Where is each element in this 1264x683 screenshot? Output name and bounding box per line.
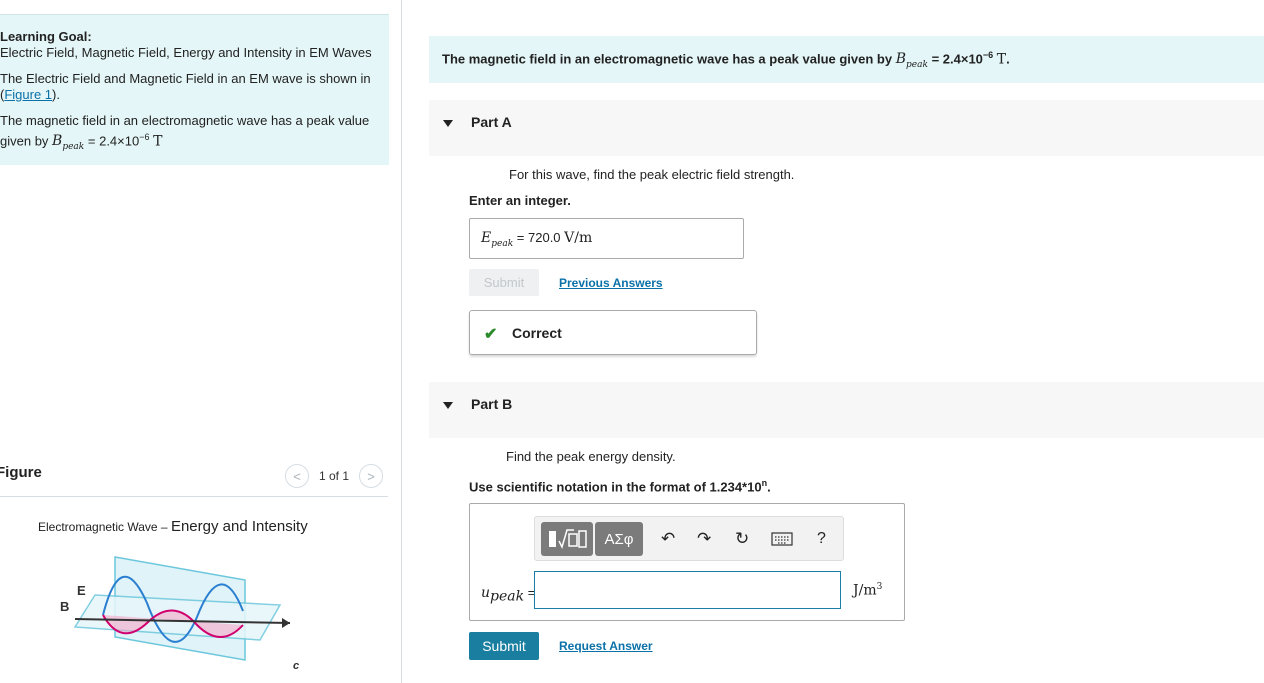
correct-label: Correct bbox=[512, 325, 562, 341]
part-a-header[interactable]: Part A bbox=[429, 100, 1264, 156]
undo-icon[interactable]: ↶ bbox=[661, 529, 675, 549]
answer-editor: ΑΣφ ↶ ↷ ↻ ? upeak = J/m3 bbox=[469, 503, 905, 621]
field-unit: T bbox=[153, 133, 163, 150]
part-a-prompt: For this wave, find the peak electric fi… bbox=[509, 167, 795, 182]
question-text: The magnetic field in an electromagnetic… bbox=[442, 51, 893, 67]
answer-eq: = bbox=[516, 230, 525, 245]
previous-answers-link[interactable]: Previous Answers bbox=[559, 276, 663, 290]
part-a-label: Part A bbox=[471, 114, 512, 130]
answer-value: 720.0 bbox=[528, 230, 561, 245]
b-symbol: Bpeak bbox=[52, 133, 85, 153]
u-peak-label: upeak = bbox=[481, 585, 536, 605]
pager-text: 1 of 1 bbox=[319, 469, 350, 483]
u-peak-input[interactable] bbox=[534, 571, 841, 609]
keyboard-icon[interactable] bbox=[771, 531, 793, 551]
figure-link[interactable]: Figure 1 bbox=[4, 87, 52, 102]
request-answer-link[interactable]: Request Answer bbox=[559, 639, 653, 653]
part-a-submit-button[interactable]: Submit bbox=[469, 269, 539, 296]
part-a-instruction: Enter an integer. bbox=[469, 193, 571, 208]
learning-goal-box: Learning Goal: Electric Field, Magnetic … bbox=[0, 14, 389, 165]
question-eq: = 2.4×10 bbox=[931, 51, 983, 67]
figure-header: Figure < 1 of 1 > bbox=[0, 460, 388, 497]
u-peak-unit: J/m3 bbox=[853, 582, 883, 599]
part-b-label: Part B bbox=[471, 396, 513, 412]
field-text2: given by bbox=[0, 133, 49, 149]
intro-end: ). bbox=[52, 87, 60, 102]
em-wave-figure: E B c bbox=[60, 556, 299, 672]
figure-title: Figure bbox=[0, 464, 42, 481]
intro-text: The Electric Field and Magnetic Field in… bbox=[0, 71, 371, 86]
reset-icon[interactable]: ↻ bbox=[735, 529, 749, 549]
caption-small: Electromagnetic Wave – bbox=[38, 520, 171, 534]
figure-caption: Electromagnetic Wave – Energy and Intens… bbox=[38, 518, 308, 535]
field-eq: = 2.4×10 bbox=[87, 133, 140, 149]
templates-button[interactable] bbox=[541, 522, 593, 556]
part-a-answer-box: Epeak = 720.0 V/m bbox=[469, 218, 744, 259]
field-paragraph: The magnetic field in an electromagnetic… bbox=[0, 113, 389, 155]
help-icon[interactable]: ? bbox=[817, 530, 826, 548]
part-b-header[interactable]: Part B bbox=[429, 382, 1264, 438]
field-text: The magnetic field in an electromagnetic… bbox=[0, 113, 370, 128]
field-exp: −6 bbox=[139, 132, 150, 142]
left-panel: Learning Goal: Electric Field, Magnetic … bbox=[0, 0, 402, 683]
label-b: B bbox=[60, 599, 69, 614]
collapse-triangle-icon[interactable] bbox=[443, 120, 453, 127]
math-toolbar: ΑΣφ ↶ ↷ ↻ ? bbox=[534, 516, 844, 561]
answer-unit: V/m bbox=[564, 230, 593, 246]
collapse-triangle-icon[interactable] bbox=[443, 402, 453, 409]
radical-template-icon bbox=[549, 529, 587, 550]
question-exp: −6 bbox=[982, 50, 994, 60]
e-peak-symbol: Epeak bbox=[481, 230, 514, 249]
label-e: E bbox=[77, 583, 86, 598]
caption-big: Energy and Intensity bbox=[170, 518, 308, 535]
figure-pager: < 1 of 1 > bbox=[285, 464, 384, 488]
learning-goal-title: Learning Goal: bbox=[0, 29, 92, 44]
learning-goal-text: Electric Field, Magnetic Field, Energy a… bbox=[0, 45, 372, 60]
part-b-instruction: Use scientific notation in the format of… bbox=[469, 478, 771, 495]
label-c: c bbox=[293, 660, 299, 672]
correct-feedback: ✔ Correct bbox=[469, 310, 757, 355]
question-end: . bbox=[1006, 51, 1010, 67]
prev-figure-button[interactable]: < bbox=[285, 464, 309, 488]
question-symbol: Bpeak bbox=[895, 51, 928, 71]
intro-paragraph: The Electric Field and Magnetic Field in… bbox=[0, 71, 371, 102]
next-figure-button[interactable]: > bbox=[359, 464, 384, 488]
redo-icon[interactable]: ↷ bbox=[697, 529, 711, 549]
part-b-submit-button[interactable]: Submit bbox=[469, 632, 539, 660]
greek-symbols-button[interactable]: ΑΣφ bbox=[595, 522, 643, 556]
check-icon: ✔ bbox=[484, 326, 498, 343]
question-unit: T bbox=[996, 51, 1007, 68]
direction-arrow bbox=[282, 618, 290, 628]
question-bar: The magnetic field in an electromagnetic… bbox=[429, 36, 1264, 83]
part-b-prompt: Find the peak energy density. bbox=[506, 449, 676, 464]
